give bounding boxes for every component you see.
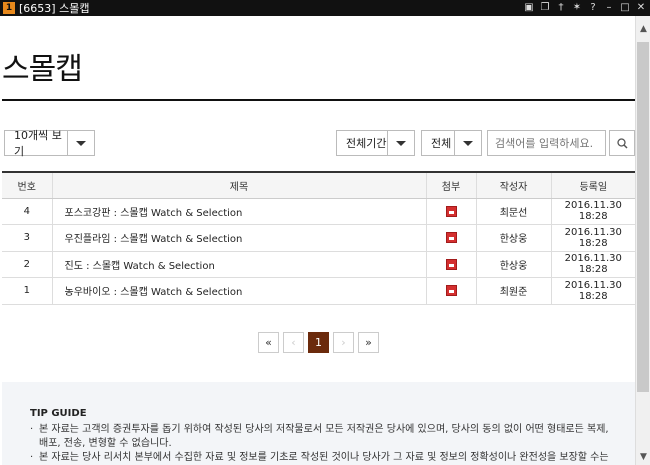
- first-page-button[interactable]: «: [258, 332, 279, 353]
- col-header-author: 작성자: [475, 171, 551, 199]
- main-content: 스몰캡 10개씩 보기 전체기간 전체 검색어를 입력하세요. 번호 제목 첨부…: [2, 16, 635, 465]
- pdf-icon[interactable]: [445, 258, 457, 270]
- window-icon[interactable]: ❐: [540, 1, 550, 14]
- search-icon: [616, 137, 628, 149]
- row-number: 2: [2, 251, 52, 278]
- col-header-attachment: 첨부: [425, 171, 476, 199]
- row-attachment[interactable]: [425, 251, 476, 278]
- row-title-link[interactable]: 포스코강판 : 스몰캡 Watch & Selection: [51, 198, 426, 225]
- last-page-button[interactable]: »: [358, 332, 379, 353]
- row-attachment[interactable]: [425, 224, 476, 252]
- table-row[interactable]: 1 농우바이오 : 스몰캡 Watch & Selection 최원준 2016…: [2, 277, 635, 305]
- search-button[interactable]: [609, 130, 635, 156]
- row-date: 2016.11.30 18:28: [550, 277, 635, 305]
- scope-label: 전체: [431, 137, 452, 150]
- settings-icon[interactable]: ✶: [572, 1, 582, 14]
- table-row[interactable]: 3 우진플라임 : 스몰캡 Watch & Selection 한상웅 2016…: [2, 224, 635, 252]
- vertical-scrollbar[interactable]: ▲ ▼: [635, 16, 650, 465]
- row-title-link[interactable]: 진도 : 스몰캡 Watch & Selection: [51, 251, 426, 278]
- search-input[interactable]: [487, 130, 606, 156]
- row-number: 4: [2, 198, 52, 225]
- close-icon[interactable]: ✕: [636, 1, 646, 14]
- table-row[interactable]: 4 포스코강판 : 스몰캡 Watch & Selection 최문선 2016…: [2, 198, 635, 225]
- prev-page-button[interactable]: ‹: [283, 332, 304, 353]
- app-number-badge: 1: [3, 2, 15, 14]
- minimize-icon[interactable]: –: [604, 1, 614, 14]
- period-select[interactable]: 전체기간: [336, 130, 415, 156]
- pdf-icon[interactable]: [445, 285, 457, 296]
- row-number: 1: [2, 277, 52, 305]
- scroll-down-icon[interactable]: ▼: [636, 450, 650, 465]
- chevron-down-icon[interactable]: [387, 131, 414, 155]
- row-number: 3: [2, 224, 52, 252]
- pagination: « ‹ 1 › »: [258, 332, 379, 353]
- window-controls: ▣ ❐ † ✶ ? – □ ✕: [524, 1, 646, 14]
- tip-item: 본 자료는 당사 리서치 본부에서 수집한 자료 및 정보를 기초로 작성된 것…: [30, 451, 620, 465]
- chevron-down-icon[interactable]: [454, 131, 481, 155]
- row-date: 2016.11.30 18:28: [550, 224, 635, 252]
- tip-guide: TIP GUIDE 본 자료는 고객의 증권투자를 돕기 위하여 작성된 당사의…: [2, 382, 635, 465]
- tip-item: 본 자료는 고객의 증권투자를 돕기 위하여 작성된 당사의 저작물로서 모든 …: [30, 423, 620, 451]
- lock-icon[interactable]: ▣: [524, 1, 534, 14]
- tip-list: 본 자료는 고객의 증권투자를 돕기 위하여 작성된 당사의 저작물로서 모든 …: [30, 423, 635, 465]
- col-header-number: 번호: [2, 171, 52, 199]
- scroll-up-icon[interactable]: ▲: [636, 22, 650, 37]
- page-title: 스몰캡: [2, 52, 83, 87]
- scope-select[interactable]: 전체: [421, 130, 482, 156]
- maximize-icon[interactable]: □: [620, 1, 630, 14]
- col-header-date: 등록일: [550, 171, 635, 199]
- tip-heading: TIP GUIDE: [30, 408, 87, 419]
- row-title-link[interactable]: 우진플라임 : 스몰캡 Watch & Selection: [51, 224, 426, 252]
- row-title-link[interactable]: 농우바이오 : 스몰캡 Watch & Selection: [51, 277, 426, 305]
- app-window: 1 [6653] 스몰캡 ▣ ❐ † ✶ ? – □ ✕ 스몰캡 10개씩 보기…: [0, 0, 650, 465]
- table-row[interactable]: 2 진도 : 스몰캡 Watch & Selection 한상웅 2016.11…: [2, 251, 635, 278]
- title-bar: 1 [6653] 스몰캡 ▣ ❐ † ✶ ? – □ ✕: [0, 0, 650, 16]
- pdf-icon[interactable]: [445, 232, 457, 243]
- pin-icon[interactable]: †: [556, 1, 566, 14]
- row-attachment[interactable]: [425, 277, 476, 305]
- row-attachment[interactable]: [425, 198, 476, 225]
- per-page-select[interactable]: 10개씩 보기: [4, 129, 95, 158]
- table-header-row: 번호 제목 첨부 작성자 등록일: [2, 171, 635, 199]
- next-page-button[interactable]: ›: [333, 332, 354, 353]
- page-1-button[interactable]: 1: [308, 332, 329, 353]
- title-divider: [2, 99, 635, 101]
- row-author: 한상웅: [475, 224, 551, 252]
- row-author: 한상웅: [475, 251, 551, 278]
- row-author: 최문선: [475, 198, 551, 225]
- row-date: 2016.11.30 18:28: [550, 251, 635, 278]
- report-table: 번호 제목 첨부 작성자 등록일 4 포스코강판 : 스몰캡 Watch & S…: [2, 171, 635, 305]
- period-label: 전체기간: [346, 137, 387, 150]
- per-page-label: 10개씩 보기: [14, 129, 62, 158]
- row-author: 최원준: [475, 277, 551, 305]
- col-header-title: 제목: [51, 171, 426, 199]
- window-title: [6653] 스몰캡: [19, 2, 90, 15]
- row-date: 2016.11.30 18:28: [550, 198, 635, 225]
- pdf-icon[interactable]: [445, 205, 457, 217]
- help-icon[interactable]: ?: [588, 1, 598, 14]
- chevron-down-icon[interactable]: [67, 131, 94, 155]
- scrollbar-thumb[interactable]: [637, 42, 649, 392]
